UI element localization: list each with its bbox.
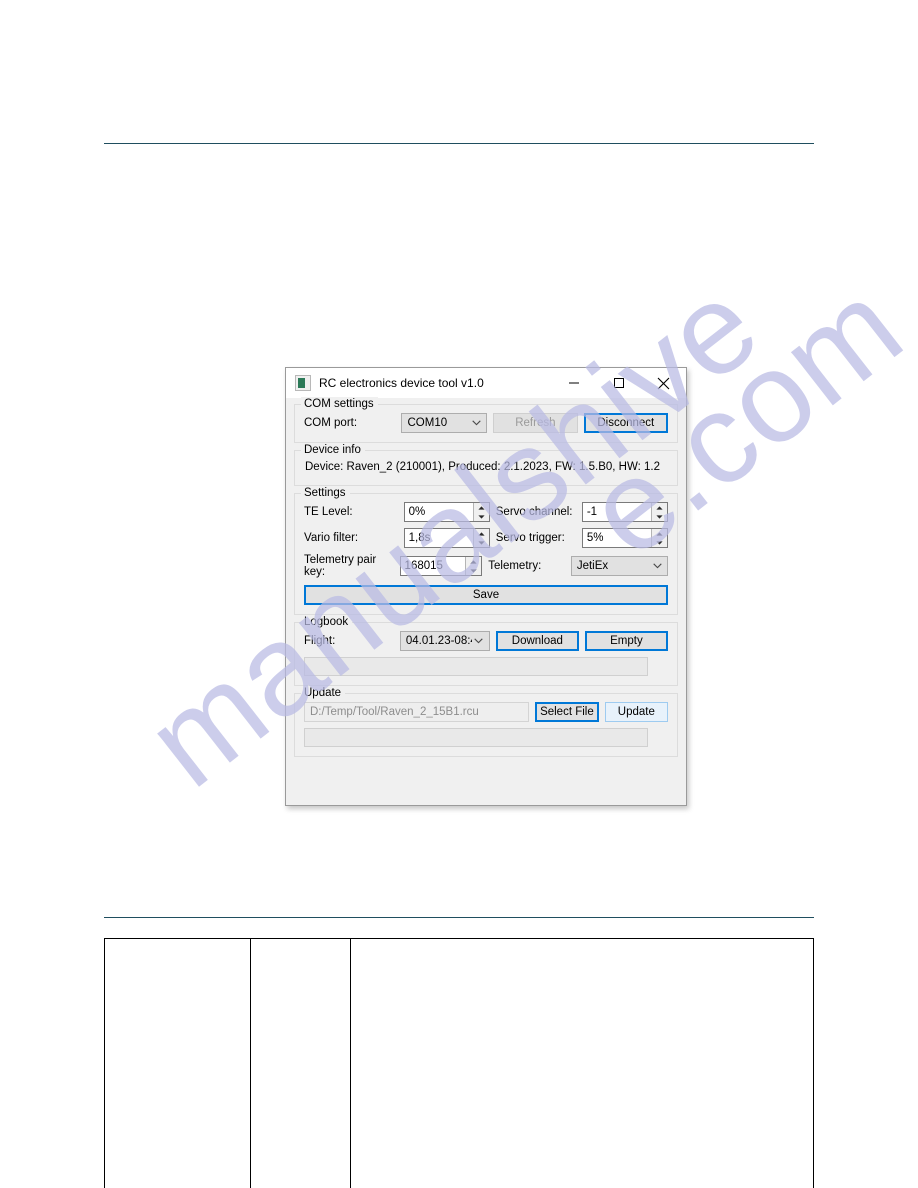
chevron-down-icon [650, 563, 664, 569]
table-cell [105, 939, 251, 1188]
table-cell [251, 939, 351, 1188]
stepper-down-icon[interactable] [466, 566, 481, 575]
stepper-down-icon[interactable] [652, 512, 667, 521]
device-info-legend: Device info [301, 443, 365, 457]
stepper-up-icon[interactable] [652, 529, 667, 538]
stepper-down-icon[interactable] [652, 538, 667, 547]
flight-label: Flight: [304, 635, 336, 647]
stepper-buttons[interactable] [472, 503, 489, 521]
update-file-path[interactable]: D:/Temp/Tool/Raven_2_15B1.rcu [304, 702, 530, 722]
logbook-legend: Logbook [301, 615, 353, 629]
save-button[interactable]: Save [304, 585, 668, 605]
stepper-up-icon[interactable] [474, 503, 489, 512]
app-icon [295, 375, 311, 391]
vario-filter-value: 1,8s [408, 532, 431, 544]
stepper-up-icon[interactable] [652, 503, 667, 512]
vario-filter-row: Vario filter: 1,8s Servo trigger: 5% [304, 528, 668, 548]
update-legend: Update [301, 686, 346, 700]
flight-value: 04.01.23-08:40 [405, 635, 472, 647]
telemetry-pair-key-stepper[interactable]: 168015 [399, 556, 483, 576]
minimize-icon[interactable] [551, 368, 596, 399]
device-info-group: Device info Device: Raven_2 (210001), Pr… [294, 443, 678, 486]
refresh-button[interactable]: Refresh [493, 413, 578, 433]
servo-channel-label: Servo channel: [495, 506, 573, 518]
stepper-up-icon[interactable] [474, 529, 489, 538]
app-window: RC electronics device tool v1.0 COM sett… [285, 367, 687, 806]
chevron-down-icon [472, 638, 486, 644]
page-top-rule [104, 143, 814, 144]
table-cell [351, 939, 813, 1188]
page-bottom-rule [104, 917, 814, 918]
stepper-buttons[interactable] [650, 529, 667, 547]
stepper-buttons[interactable] [465, 557, 482, 575]
te-level-stepper[interactable]: 0% [403, 502, 490, 522]
flight-row: Flight: 04.01.23-08:40 Download Empty [304, 631, 668, 651]
logbook-group: Logbook Flight: 04.01.23-08:40 Download … [294, 615, 678, 686]
window-body: COM settings COM port: COM10 Refresh Dis… [286, 397, 686, 757]
telemetry-pair-key-value: 168015 [404, 560, 443, 572]
download-button[interactable]: Download [495, 631, 579, 651]
flight-select[interactable]: 04.01.23-08:40 [399, 631, 490, 651]
com-port-row: COM port: COM10 Refresh Disconnect [304, 413, 668, 433]
stepper-down-icon[interactable] [474, 538, 489, 547]
update-button[interactable]: Update [604, 702, 668, 722]
update-path-row: D:/Temp/Tool/Raven_2_15B1.rcu Select Fil… [304, 702, 668, 722]
stepper-buttons[interactable] [472, 529, 489, 547]
settings-group: Settings TE Level: 0% Servo channel: -1 [294, 486, 678, 615]
telemetry-label: Telemetry: [488, 560, 542, 572]
device-info-text: Device: Raven_2 (210001), Produced: 2.1.… [305, 461, 660, 473]
vario-filter-stepper[interactable]: 1,8s [403, 528, 490, 548]
logbook-progress-row [304, 657, 668, 676]
servo-trigger-label: Servo trigger: [495, 532, 565, 544]
window-title: RC electronics device tool v1.0 [319, 376, 484, 390]
page-footer-table [104, 938, 814, 1188]
stepper-down-icon[interactable] [474, 512, 489, 521]
save-row: Save [304, 585, 668, 605]
com-port-select[interactable]: COM10 [401, 413, 488, 433]
telemetry-pair-key-row: Telemetry pair key: 168015 Telemetry: Je… [304, 554, 669, 578]
telemetry-value: JetiEx [576, 560, 609, 572]
te-level-label: TE Level: [304, 506, 353, 518]
te-level-row: TE Level: 0% Servo channel: -1 [304, 502, 668, 522]
window-controls [551, 368, 686, 399]
maximize-icon[interactable] [596, 368, 641, 399]
telemetry-select[interactable]: JetiEx [570, 556, 669, 576]
com-port-value: COM10 [407, 417, 448, 429]
empty-button[interactable]: Empty [584, 631, 668, 651]
vario-filter-label: Vario filter: [304, 532, 359, 544]
disconnect-button[interactable]: Disconnect [583, 413, 668, 433]
close-icon[interactable] [641, 368, 686, 399]
servo-trigger-stepper[interactable]: 5% [581, 528, 668, 548]
update-progress-row [304, 728, 668, 747]
telemetry-pair-key-label: Telemetry pair key: [304, 554, 377, 578]
chevron-down-icon [469, 420, 483, 426]
update-progress-bar [304, 728, 648, 747]
servo-channel-stepper[interactable]: -1 [581, 502, 668, 522]
servo-channel-value: -1 [586, 506, 598, 518]
update-group: Update D:/Temp/Tool/Raven_2_15B1.rcu Sel… [294, 686, 678, 757]
com-settings-group: COM settings COM port: COM10 Refresh Dis… [294, 397, 678, 443]
com-settings-legend: COM settings [301, 397, 378, 411]
servo-trigger-value: 5% [586, 532, 604, 544]
stepper-up-icon[interactable] [466, 557, 481, 566]
stepper-buttons[interactable] [650, 503, 667, 521]
settings-legend: Settings [301, 486, 350, 500]
com-port-label: COM port: [304, 417, 358, 429]
logbook-progress-bar [304, 657, 648, 676]
select-file-button[interactable]: Select File [535, 702, 599, 722]
window-titlebar[interactable]: RC electronics device tool v1.0 [286, 368, 686, 399]
te-level-value: 0% [408, 506, 426, 518]
